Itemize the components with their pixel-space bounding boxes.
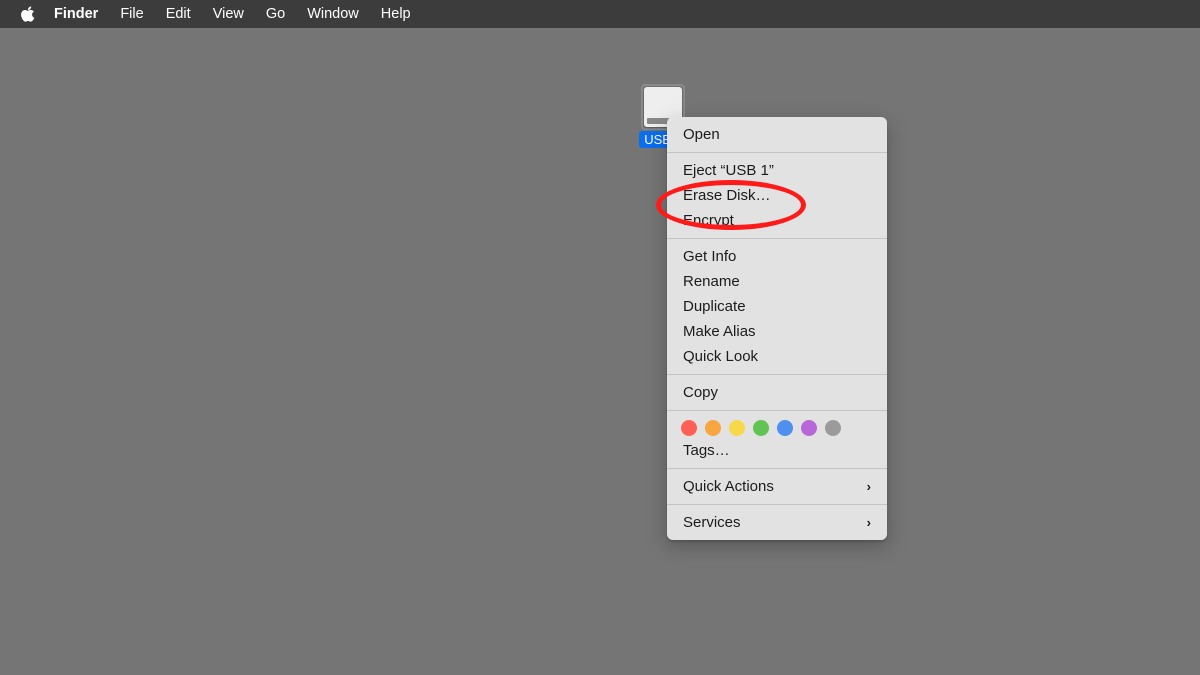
tag-green[interactable] xyxy=(753,420,769,436)
context-get-info[interactable]: Get Info xyxy=(667,244,887,269)
context-menu: Open Eject “USB 1” Erase Disk… Encrypt G… xyxy=(667,117,887,540)
context-get-info-label: Get Info xyxy=(683,248,736,265)
separator xyxy=(667,410,887,411)
context-eject[interactable]: Eject “USB 1” xyxy=(667,158,887,183)
context-rename[interactable]: Rename xyxy=(667,269,887,294)
tag-color-row xyxy=(667,416,887,438)
context-quick-look[interactable]: Quick Look xyxy=(667,344,887,369)
chevron-right-icon: › xyxy=(867,515,871,530)
context-make-alias-label: Make Alias xyxy=(683,323,756,340)
context-services-label: Services xyxy=(683,514,741,531)
context-duplicate-label: Duplicate xyxy=(683,298,746,315)
context-open[interactable]: Open xyxy=(667,122,887,147)
context-eject-label: Eject “USB 1” xyxy=(683,162,774,179)
menubar: Finder File Edit View Go Window Help xyxy=(0,0,1200,28)
help-menu[interactable]: Help xyxy=(370,6,422,22)
context-erase-disk[interactable]: Erase Disk… xyxy=(667,183,887,208)
edit-menu[interactable]: Edit xyxy=(155,6,202,22)
context-quick-look-label: Quick Look xyxy=(683,348,758,365)
go-menu[interactable]: Go xyxy=(255,6,296,22)
separator xyxy=(667,468,887,469)
file-menu[interactable]: File xyxy=(109,6,154,22)
tag-blue[interactable] xyxy=(777,420,793,436)
context-quick-actions-label: Quick Actions xyxy=(683,478,774,495)
separator xyxy=(667,152,887,153)
window-menu[interactable]: Window xyxy=(296,6,370,22)
context-make-alias[interactable]: Make Alias xyxy=(667,319,887,344)
apple-menu-icon[interactable] xyxy=(20,6,36,22)
separator xyxy=(667,504,887,505)
separator xyxy=(667,238,887,239)
context-encrypt-label: Encrypt xyxy=(683,212,734,229)
tag-orange[interactable] xyxy=(705,420,721,436)
separator xyxy=(667,374,887,375)
chevron-right-icon: › xyxy=(867,479,871,494)
tag-red[interactable] xyxy=(681,420,697,436)
view-menu[interactable]: View xyxy=(202,6,255,22)
tag-yellow[interactable] xyxy=(729,420,745,436)
tag-purple[interactable] xyxy=(801,420,817,436)
context-duplicate[interactable]: Duplicate xyxy=(667,294,887,319)
context-quick-actions[interactable]: Quick Actions › xyxy=(667,474,887,499)
context-tags[interactable]: Tags… xyxy=(667,438,887,463)
context-services[interactable]: Services › xyxy=(667,510,887,535)
context-tags-label: Tags… xyxy=(683,442,730,459)
context-erase-label: Erase Disk… xyxy=(683,187,771,204)
context-copy-label: Copy xyxy=(683,384,718,401)
context-encrypt[interactable]: Encrypt xyxy=(667,208,887,233)
tag-gray[interactable] xyxy=(825,420,841,436)
context-open-label: Open xyxy=(683,126,720,143)
context-copy[interactable]: Copy xyxy=(667,380,887,405)
app-menu[interactable]: Finder xyxy=(54,6,109,22)
context-rename-label: Rename xyxy=(683,273,740,290)
